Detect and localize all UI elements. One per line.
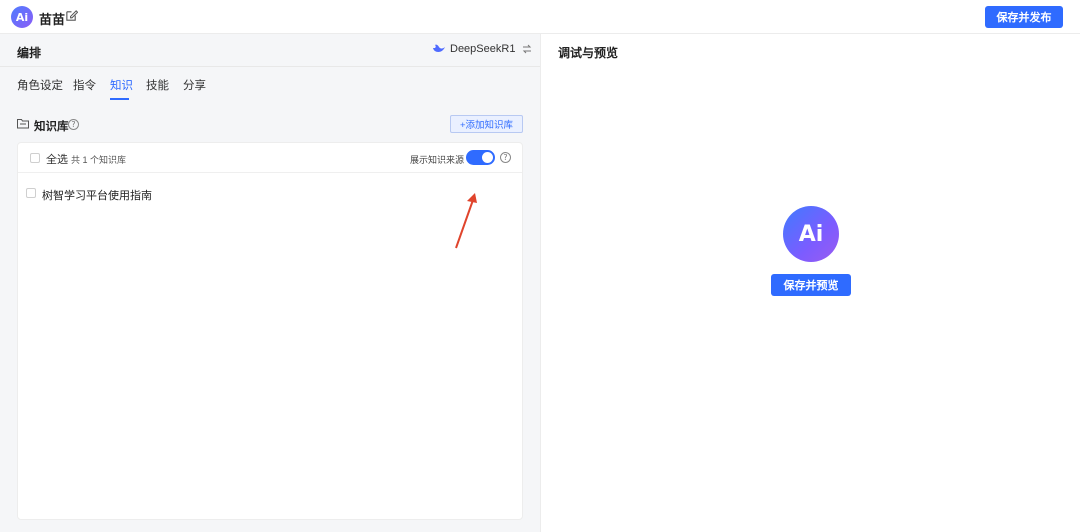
tab-share[interactable]: 分享 [183, 77, 206, 93]
help-icon[interactable]: ? [500, 152, 511, 163]
ai-avatar: Ai [783, 206, 839, 262]
show-source-label: 展示知识来源 [410, 155, 465, 165]
save-and-publish-button[interactable]: 保存并发布 [985, 6, 1063, 28]
edit-icon[interactable] [65, 9, 78, 22]
knowledge-item-checkbox[interactable] [26, 188, 36, 198]
panel-title: 编排 [17, 46, 42, 60]
avatar-text: Ai [798, 221, 824, 247]
knowledge-count: 共 1 个知识库 [71, 155, 127, 165]
tab-knowledge[interactable]: 知识 [110, 77, 133, 93]
show-source-toggle[interactable] [466, 150, 495, 165]
whale-icon [433, 44, 445, 52]
tab-skills[interactable]: 技能 [146, 77, 169, 93]
save-and-preview-button[interactable]: 保存并预览 [771, 274, 851, 296]
select-all-checkbox[interactable] [30, 153, 40, 163]
app-name: 苗苗 [39, 12, 66, 27]
add-knowledge-base-button[interactable]: +添加知识库 [450, 115, 523, 133]
swap-icon[interactable] [522, 44, 532, 54]
knowledge-item-label: 树智学习平台使用指南 [42, 190, 152, 202]
help-icon[interactable]: ? [68, 119, 79, 130]
preview-title: 调试与预览 [558, 46, 619, 60]
knowledge-list-header: 全选 共 1 个知识库 展示知识来源 ? [18, 143, 522, 173]
top-bar: Ai 苗苗 保存并发布 [0, 0, 1080, 34]
orchestration-header: 编排 DeepSeekR1 [0, 34, 540, 67]
tab-instructions[interactable]: 指令 [73, 77, 96, 93]
knowledge-base-list: 全选 共 1 个知识库 展示知识来源 ? 树智学习平台使用指南 [17, 142, 523, 520]
folder-icon [17, 119, 29, 129]
tab-bar: 角色设定 指令 知识 技能 分享 [0, 68, 540, 102]
knowledge-base-title: 知识库 [34, 121, 69, 133]
model-name: DeepSeekR1 [450, 43, 516, 55]
model-selector[interactable]: DeepSeekR1 [432, 43, 532, 55]
app-logo: Ai [11, 6, 33, 28]
knowledge-base-header: 知识库 ? +添加知识库 [0, 112, 540, 138]
select-all-label[interactable]: 全选 [46, 151, 68, 167]
active-tab-indicator [110, 98, 129, 100]
orchestration-panel: 编排 DeepSeekR1 角色设定 指令 知识 技能 分享 知识库 ? +添加… [0, 34, 540, 532]
app-logo-text: Ai [15, 10, 29, 24]
preview-panel: 调试与预览 Ai 保存并预览 [540, 34, 1080, 532]
tab-role-settings[interactable]: 角色设定 [17, 77, 63, 93]
toggle-knob [482, 152, 493, 163]
